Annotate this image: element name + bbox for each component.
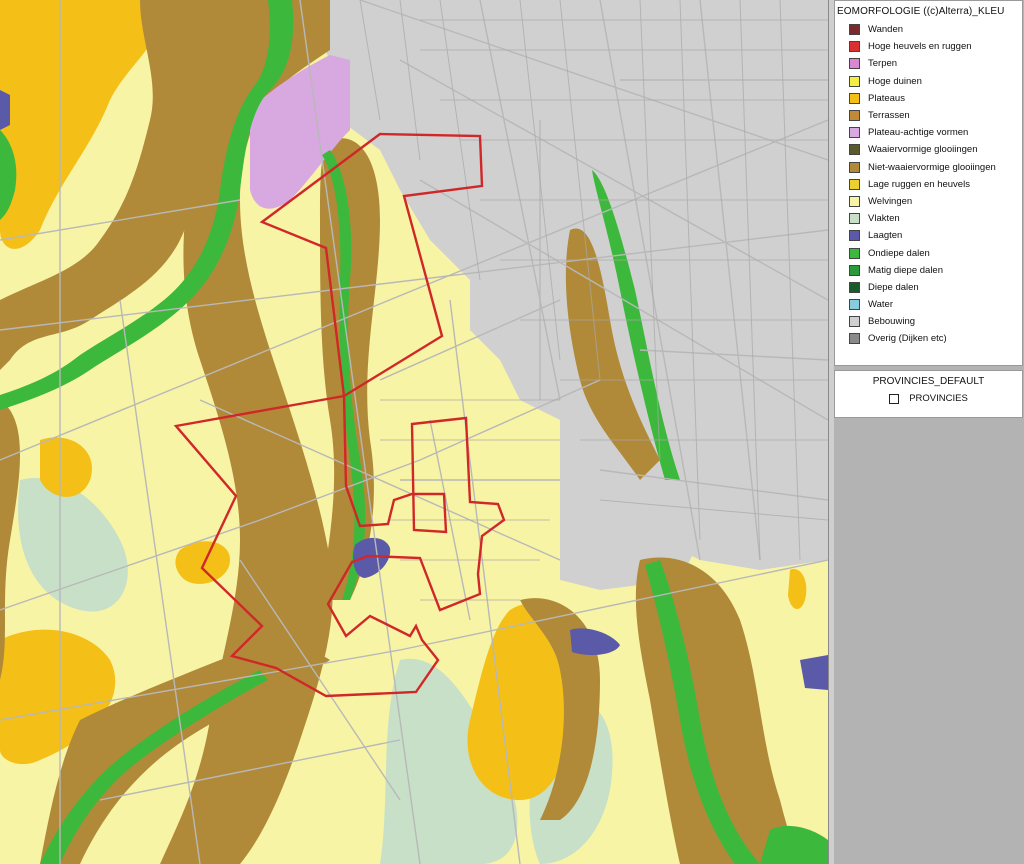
map-canvas[interactable]	[0, 0, 828, 864]
legend-swatch	[849, 213, 860, 225]
legend-swatch	[849, 24, 860, 36]
legend-item: Welvingen	[835, 193, 1022, 210]
legend-item: Niet-waaiervormige glooiingen	[835, 159, 1022, 176]
provincies-checkbox[interactable]	[889, 393, 900, 404]
legend-list: Wanden Hoge heuvels en ruggen Terpen Hoge d…	[835, 21, 1022, 348]
legend-swatch	[849, 281, 860, 293]
layer2-title: PROVINCIES_DEFAULT	[872, 376, 985, 387]
legend-swatch	[849, 75, 860, 87]
legend-label: Overig (Dijken etc)	[868, 333, 947, 345]
legend-title: EOMORFOLOGIE ((c)Alterra)_KLEU	[837, 6, 1005, 17]
legend-swatch	[849, 333, 860, 345]
legend-item: Terrassen	[835, 107, 1022, 124]
legend-swatch	[849, 41, 860, 53]
legend-label: Plateau-achtige vormen	[868, 127, 969, 139]
legend-swatch	[849, 299, 860, 311]
legend-swatch	[849, 110, 860, 122]
legend-item: Hoge heuvels en ruggen	[835, 38, 1022, 55]
provincies-layer-row[interactable]: PROVINCIES	[835, 393, 1022, 404]
legend-swatch	[849, 92, 860, 104]
legend-label: Waaiervormige glooiingen	[868, 144, 978, 156]
legend-label: Plateaus	[868, 92, 905, 104]
legend-item: Bebouwing	[835, 313, 1022, 330]
legend-swatch	[849, 247, 860, 259]
legend-swatch	[849, 230, 860, 242]
legend-item: Laagten	[835, 227, 1022, 244]
legend-item: Matig diepe dalen	[835, 262, 1022, 279]
legend-label: Bebouwing	[868, 316, 916, 328]
legend-item: Water	[835, 296, 1022, 313]
legend-item: Hoge duinen	[835, 73, 1022, 90]
legend-label: Diepe dalen	[868, 281, 919, 293]
legend-label: Hoge heuvels en ruggen	[868, 41, 972, 53]
legend-swatch	[849, 161, 860, 173]
legend-item: Plateaus	[835, 90, 1022, 107]
legend-label: Lage ruggen en heuvels	[868, 178, 970, 190]
provincies-legend: PROVINCIES_DEFAULT PROVINCIES	[834, 370, 1023, 418]
legend-label: Welvingen	[868, 195, 913, 207]
legend-label: Water	[868, 299, 893, 311]
legend-label: Ondiepe dalen	[868, 247, 930, 259]
legend-swatch	[849, 144, 860, 156]
legend-swatch	[849, 316, 860, 328]
legend-item: Lage ruggen en heuvels	[835, 176, 1022, 193]
legend-swatch	[849, 195, 860, 207]
legend-swatch	[849, 178, 860, 190]
map-graphic	[0, 0, 828, 864]
legend-panel: EOMORFOLOGIE ((c)Alterra)_KLEU Wanden Hog…	[834, 0, 1024, 864]
laagten-area	[0, 90, 10, 130]
legend-item: Plateau-achtige vormen	[835, 124, 1022, 141]
legend-item: Diepe dalen	[835, 279, 1022, 296]
legend-label: Terpen	[868, 58, 898, 70]
legend-label: Hoge duinen	[868, 75, 922, 87]
legend-item: Vlakten	[835, 210, 1022, 227]
legend-item: Wanden	[835, 21, 1022, 38]
legend-item: Waaiervormige glooiingen	[835, 141, 1022, 158]
legend-swatch	[849, 58, 860, 70]
legend-item: Terpen	[835, 55, 1022, 72]
provincies-label: PROVINCIES	[909, 393, 968, 404]
legend-item: Overig (Dijken etc)	[835, 330, 1022, 347]
legend-swatch	[849, 127, 860, 139]
legend-label: Niet-waaiervormige glooiingen	[868, 161, 996, 173]
legend-swatch	[849, 264, 860, 276]
geomorfologie-legend: EOMORFOLOGIE ((c)Alterra)_KLEU Wanden Hog…	[834, 0, 1023, 366]
legend-label: Wanden	[868, 24, 904, 36]
legend-label: Matig diepe dalen	[868, 264, 943, 276]
legend-label: Terrassen	[868, 110, 910, 122]
legend-item: Ondiepe dalen	[835, 244, 1022, 261]
legend-label: Laagten	[868, 230, 903, 242]
legend-label: Vlakten	[868, 213, 900, 225]
